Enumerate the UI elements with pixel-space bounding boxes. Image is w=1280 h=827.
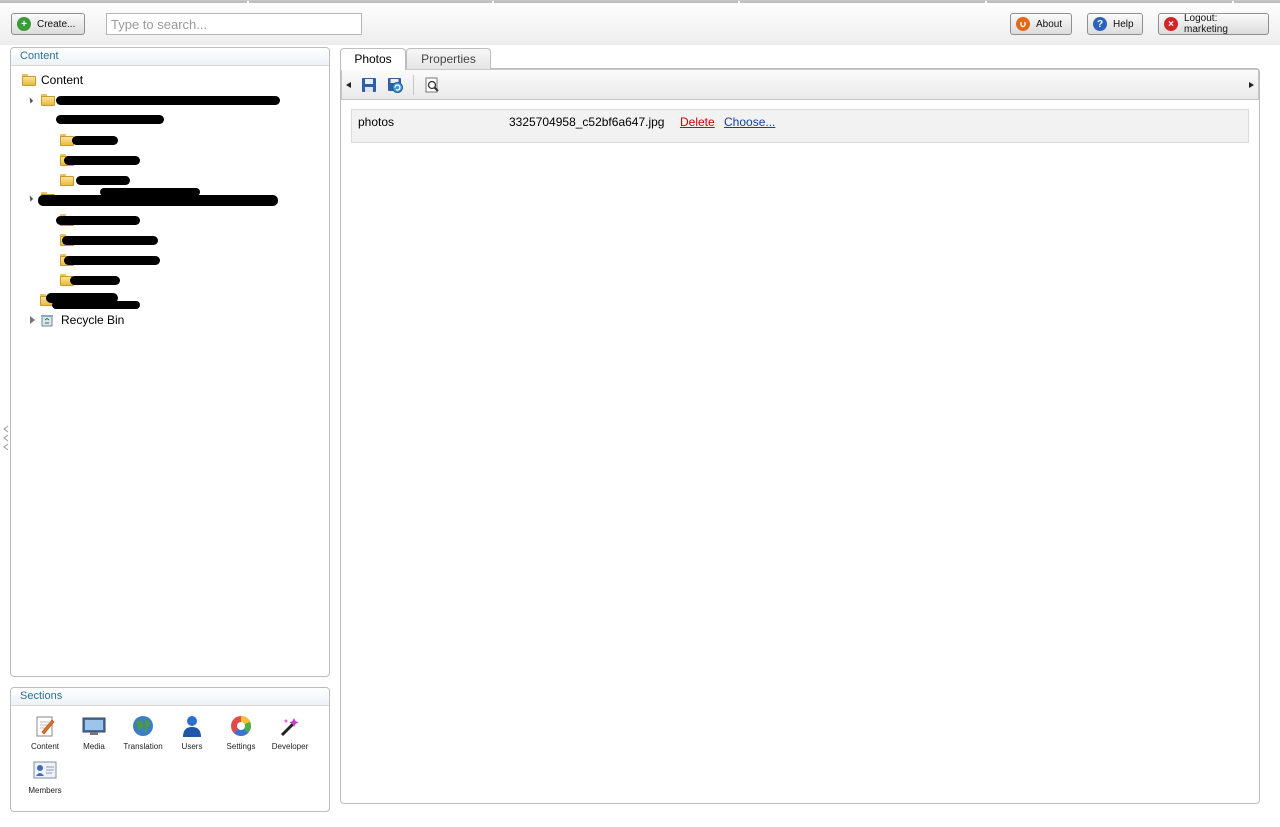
top-tab-strip — [987, 1, 1232, 3]
toolbar-separator — [413, 75, 414, 95]
section-label: Members — [28, 786, 62, 795]
sections-panel-title: Sections — [11, 688, 329, 706]
section-settings[interactable]: Settings — [219, 715, 263, 751]
search-input[interactable] — [106, 13, 362, 35]
logout-x-icon: × — [1164, 17, 1178, 31]
section-content[interactable]: Content — [23, 715, 67, 751]
help-button[interactable]: ? Help — [1087, 13, 1143, 35]
section-translation[interactable]: Translation — [121, 715, 165, 751]
redacted-label — [38, 195, 278, 206]
create-label: Create... — [37, 18, 76, 30]
section-label: Users — [181, 742, 203, 751]
scroll-right-arrow-icon[interactable] — [1249, 82, 1254, 88]
preview-icon[interactable] — [424, 77, 440, 93]
about-label: About — [1036, 18, 1063, 30]
top-tab-strip — [0, 1, 247, 3]
folder-icon — [41, 94, 55, 106]
tab-photos[interactable]: Photos — [340, 48, 406, 70]
content-tree-panel: Content — [10, 47, 330, 677]
redacted-label — [100, 188, 200, 196]
logout-label: Logout: marketing — [1184, 13, 1228, 35]
about-glyph — [1020, 22, 1026, 28]
redacted-label — [70, 276, 120, 285]
tab-label: Photos — [354, 52, 392, 66]
section-label: Media — [83, 742, 105, 751]
section-developer[interactable]: Developer — [268, 715, 312, 751]
redacted-label — [76, 176, 130, 185]
users-person-icon — [183, 716, 201, 737]
tree-node-label: Content — [41, 73, 84, 87]
recycle-bin-icon — [41, 314, 53, 326]
plus-icon: + — [17, 17, 31, 31]
redacted-label — [62, 236, 158, 245]
redacted-label — [52, 301, 140, 309]
members-card-icon — [33, 761, 57, 779]
section-label: Developer — [271, 742, 309, 751]
tree-node-content-root[interactable]: Content — [22, 71, 83, 89]
section-media[interactable]: Media — [72, 715, 116, 751]
media-monitor-icon — [82, 717, 106, 735]
help-label: Help — [1113, 18, 1134, 30]
top-tab-strip — [740, 1, 985, 3]
redacted-label — [72, 136, 118, 145]
top-tab-strip — [494, 1, 738, 3]
save-and-publish-icon[interactable] — [387, 77, 403, 93]
about-button[interactable]: About — [1010, 13, 1072, 35]
expand-arrow-icon[interactable] — [26, 194, 34, 202]
content-panel-title: Content — [11, 48, 329, 66]
property-file-name: 3325704958_c52bf6a647.jpg — [509, 115, 665, 129]
splitter-handle[interactable] — [3, 424, 9, 452]
photos-property-row: photos 3325704958_c52bf6a647.jpg Delete … — [351, 109, 1249, 143]
top-tab-strip — [1234, 1, 1280, 3]
editor-toolbar — [341, 69, 1259, 100]
section-members[interactable]: Members — [23, 759, 67, 795]
redacted-label — [56, 115, 164, 124]
tab-label: Properties — [421, 52, 476, 66]
redacted-label — [64, 256, 160, 265]
tab-properties[interactable]: Properties — [406, 48, 491, 69]
section-label: Content — [30, 742, 60, 751]
choose-link[interactable]: Choose... — [724, 115, 775, 129]
editor-panel — [340, 68, 1260, 804]
expand-arrow-icon[interactable] — [26, 96, 34, 104]
translation-globe-icon — [133, 716, 153, 736]
about-info-icon — [1016, 17, 1030, 31]
tree-node-site-1[interactable] — [26, 91, 55, 109]
folder-icon — [22, 74, 36, 86]
tree-node-label: Recycle Bin — [61, 313, 125, 327]
redacted-label — [64, 156, 140, 165]
save-icon[interactable] — [361, 77, 377, 93]
developer-wand-icon — [280, 718, 299, 737]
tree-node-recycle-bin[interactable]: Recycle Bin — [30, 311, 124, 329]
section-users[interactable]: Users — [170, 715, 214, 751]
property-label: photos — [358, 115, 395, 129]
section-label: Settings — [226, 742, 256, 751]
help-question-icon: ? — [1093, 17, 1107, 31]
folder-icon — [60, 174, 74, 186]
section-label: Translation — [123, 742, 163, 751]
delete-link[interactable]: Delete — [680, 115, 715, 129]
redacted-label — [56, 216, 140, 225]
tree-node-child[interactable] — [60, 171, 74, 189]
redacted-label — [56, 96, 280, 105]
scroll-left-arrow-icon[interactable] — [346, 82, 351, 88]
logout-button[interactable]: × Logout: marketing — [1158, 13, 1269, 35]
content-pencil-icon — [36, 716, 55, 737]
top-bar: + Create... About ? Help × Logout: marke… — [0, 0, 1280, 45]
create-button[interactable]: + Create... — [11, 13, 85, 35]
top-tab-strip — [249, 1, 492, 3]
splitter-grip-icon — [3, 425, 9, 451]
expand-arrow-icon[interactable] — [30, 316, 35, 324]
settings-color-wheel-icon — [231, 716, 251, 736]
